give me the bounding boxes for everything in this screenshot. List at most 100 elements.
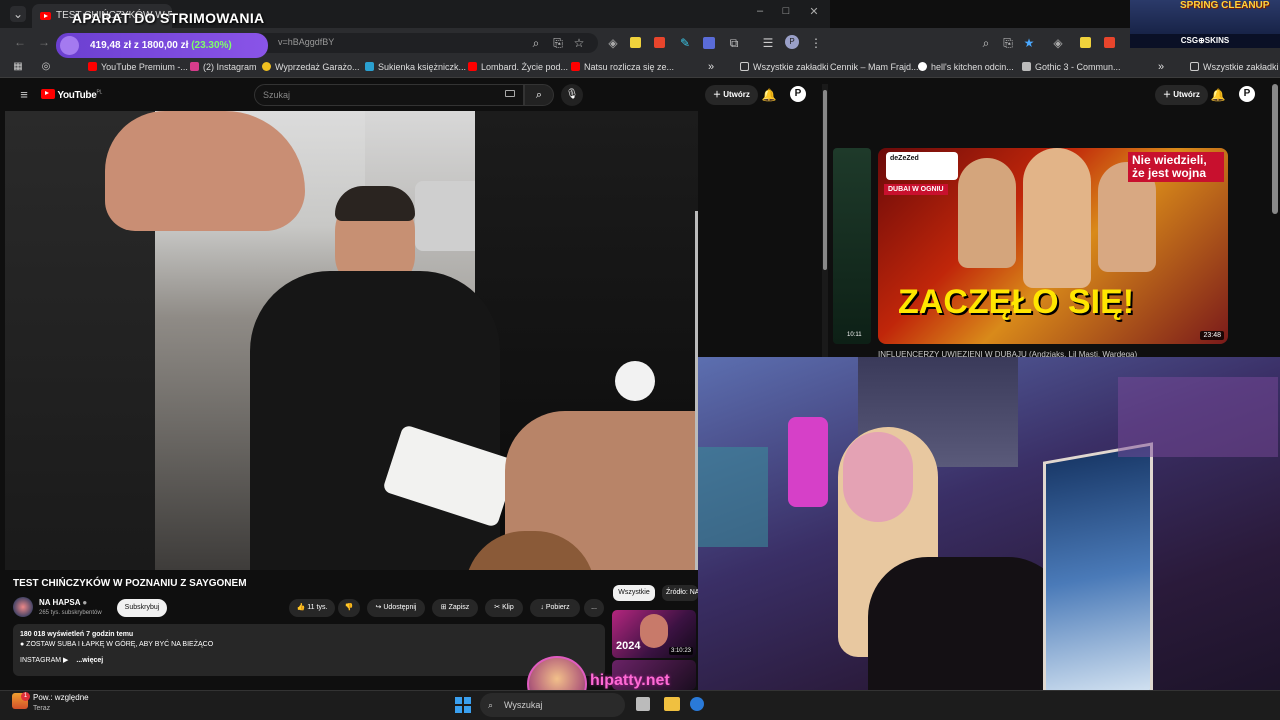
close-button[interactable]: ✕ [806,5,822,21]
purple-wall [1118,377,1278,457]
search-button[interactable]: ⌕ [524,84,554,106]
download-button[interactable]: ↓ Pobierz [530,599,580,617]
more-actions-button[interactable]: ... [584,599,604,617]
all-bookmarks-folder[interactable]: Wszystkie zakładki [740,60,829,74]
pink-headphones [843,432,913,522]
extension-search-icon[interactable] [1104,37,1115,48]
share-button[interactable]: ↪ Udostępnij [367,599,425,617]
related-video-thumbnail[interactable]: 2024 3:10:23 [612,610,696,658]
voice-search-button[interactable]: 🎙 [561,84,583,106]
search-icon: ⌕ [535,89,543,101]
bookmark-item[interactable]: Wyprzedaż Garażo... [262,60,359,74]
clip-button[interactable]: ✂ Klip [485,599,523,617]
youtube-bookmark-icon [468,62,477,71]
tab-list-icon[interactable]: ⌄ [10,6,26,22]
youtube-bookmark-icon [571,62,580,71]
bookmark-item[interactable]: hell's kitchen odcin... [918,60,1014,74]
dislike-button[interactable]: 👎 [338,599,360,617]
painting-canvas [1043,442,1153,712]
profile-avatar[interactable]: P [785,35,799,49]
bookmarks-overflow-icon[interactable]: » [1158,60,1164,74]
video-description[interactable]: 180 018 wyświetleń 7 godzin temu ● ZOSTA… [13,624,605,676]
instagram-bookmark-icon [190,62,199,71]
extension-translate-icon[interactable]: ✎ [677,35,693,51]
keyboard-icon[interactable] [505,90,515,97]
menu-kebab-icon[interactable]: ⋮ [808,35,824,51]
thumb-person-2 [1023,148,1091,288]
man-black-hoodie [250,271,500,570]
extension-search-icon[interactable] [654,37,665,48]
zoom-icon[interactable]: ⌕ [978,35,994,51]
save-button[interactable]: ⊞ Zapisz [432,599,478,617]
bookmark-item[interactable]: Gothic 3 - Commun... [1022,60,1121,74]
bookmark-item[interactable]: Cennik – Mam Frajd... [830,60,919,74]
youtube-logo[interactable]: YouTubePL [41,89,102,101]
search-input[interactable]: Szukaj [254,84,524,106]
right-scrollbar-thumb[interactable] [1272,84,1278,214]
weather-label[interactable]: Pow.: względne [33,693,89,702]
bookmark-item[interactable]: Sukienka księżniczk... [365,60,466,74]
back-icon[interactable]: ← [12,34,28,50]
extension-shield-icon[interactable]: ◈ [605,35,621,51]
thumb-person-1 [958,158,1016,268]
related-video-thumbnail-left[interactable]: 10:11 [833,148,871,344]
chip-source[interactable]: Źródło: NA [662,585,698,601]
notifications-bell-icon[interactable]: 🔔 [761,87,777,103]
video-player[interactable] [5,111,698,570]
thumb-corner-text: Nie wiedzieli, że jest wojna [1128,152,1224,182]
channel-name[interactable]: NA HAPSA ● [39,598,87,607]
bookmark-item[interactable]: YouTube Premium -... [88,60,188,74]
man-hair [335,186,415,221]
chip-all[interactable]: Wszystkie [613,585,655,601]
description-line: ● ZOSTAW SUBA I ŁAPKĘ W GÓRĘ, ABY BYĆ NA… [20,641,214,648]
task-view-icon[interactable] [636,697,650,711]
bookmarks-overflow-icon[interactable]: » [708,60,714,74]
goal-bar-icon [60,36,79,55]
bookmark-item[interactable]: (2) Instagram [190,60,257,74]
thumb-duration: 10:11 [847,332,862,338]
reading-list-icon[interactable]: ☰ [760,35,776,51]
windows-start-icon[interactable] [455,697,471,713]
bookmark-item[interactable]: Lombard. Życie pod... [468,60,568,74]
extension-notes-icon[interactable] [1080,37,1091,48]
browser-taskbar-icon[interactable] [690,697,704,711]
notifications-bell-icon[interactable]: 🔔 [1210,87,1226,103]
chrome-icon[interactable]: ◎ [38,59,54,75]
forward-icon[interactable]: → [36,34,52,50]
taskbar-search[interactable]: ⌕ Wyszukaj [480,693,625,717]
featured-video-thumbnail[interactable]: deZeZed DUBAI W OGNIU Nie wiedzieli, że … [878,148,1228,344]
create-button[interactable]: ＋ Utwórz [705,85,758,105]
extension-calendar-icon[interactable] [703,37,715,49]
create-button-right[interactable]: ＋ Utwórz [1155,85,1208,105]
all-bookmarks-folder[interactable]: Wszystkie zakładki [1190,60,1279,74]
bookmark-star-filled-icon[interactable]: ★ [1021,35,1037,51]
extension-notes-icon[interactable] [630,37,641,48]
bookmark-favicon-icon [262,62,271,71]
bookmark-item[interactable]: Natsu rozlicza się ze... [571,60,674,74]
download-icon: ↓ [540,604,544,611]
minimize-button[interactable]: – [752,5,768,21]
goal-percent: (23.30%) [191,40,232,51]
bookmark-favicon-icon [365,62,374,71]
like-button[interactable]: 👍 11 tys. [289,599,335,617]
maximize-button[interactable]: □ [778,5,794,21]
account-avatar[interactable]: P [790,86,806,102]
hamburger-menu-icon[interactable]: ≡ [16,87,32,103]
folder-icon [1190,62,1199,71]
account-avatar[interactable]: P [1239,86,1255,102]
subscribe-button[interactable]: Subskrybuj [117,599,167,617]
file-explorer-icon[interactable] [664,697,680,711]
translate-icon[interactable]: ⎘ [1000,35,1016,51]
zoom-icon[interactable]: ⌕ [528,35,544,51]
bookmark-star-icon[interactable]: ☆ [571,35,587,51]
translate-icon[interactable]: ⎘ [550,35,566,51]
scrollbar-thumb[interactable] [823,90,827,270]
extensions-puzzle-icon[interactable]: ⧉ [726,35,742,51]
weather-sub: Teraz [33,705,51,712]
channel-avatar[interactable] [13,597,33,617]
youtube-favicon-icon [40,12,51,20]
shelf-left [698,447,768,547]
show-more-link[interactable]: ...więcej [76,657,103,664]
apps-grid-icon[interactable]: ▦ [10,59,26,75]
extension-shield-icon[interactable]: ◈ [1050,35,1066,51]
